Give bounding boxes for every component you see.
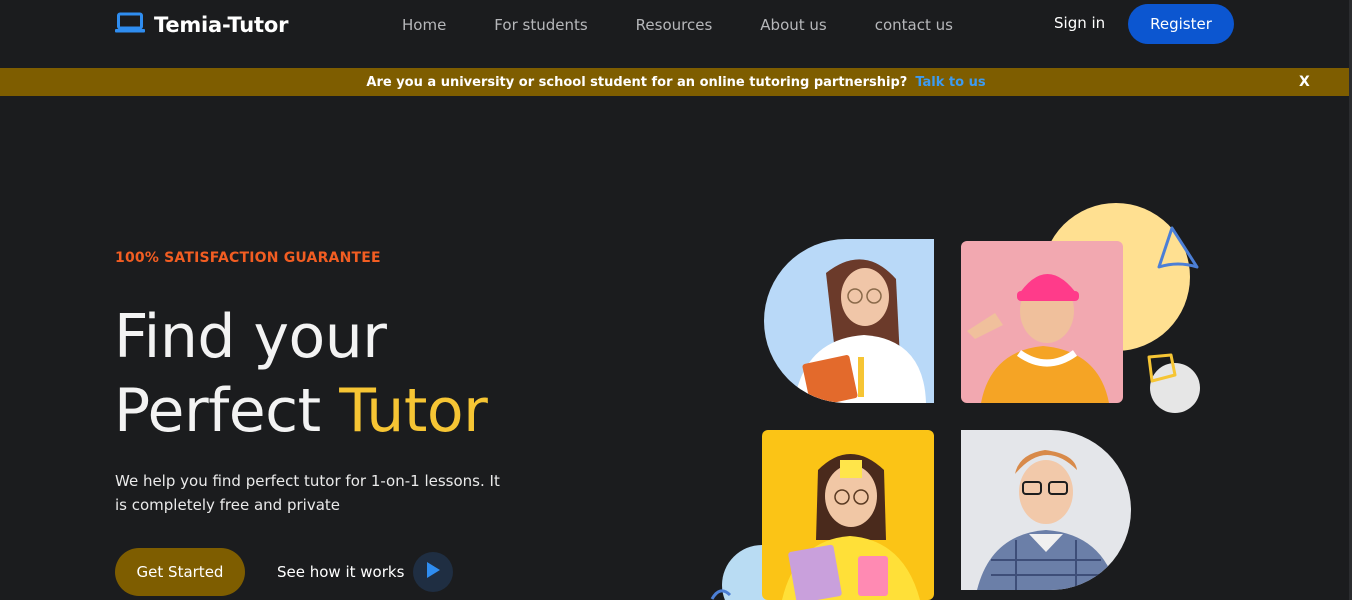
tutor-photo-3: [762, 430, 934, 600]
hero-title-accent: Tutor: [339, 376, 488, 446]
register-button[interactable]: Register: [1128, 4, 1234, 44]
banner-close-button[interactable]: X: [1299, 74, 1310, 90]
laptop-icon: [115, 12, 145, 38]
nav-link-for-students[interactable]: For students: [494, 16, 587, 34]
hero-title: Find your Perfect Tutor: [114, 300, 488, 448]
banner-text: Are you a university or school student f…: [366, 74, 908, 90]
hero-title-line1: Find your: [114, 302, 387, 372]
play-icon: [425, 561, 441, 583]
tutor-photo-1: [764, 239, 934, 403]
brand-logo-link[interactable]: Temia-Tutor: [115, 11, 288, 39]
hero-title-line2-plain: Perfect: [114, 376, 321, 446]
play-button[interactable]: [413, 552, 454, 592]
partnership-banner: Are you a university or school student f…: [0, 68, 1352, 96]
get-started-button[interactable]: Get Started: [115, 548, 245, 596]
tutor-photo-4: [961, 430, 1131, 590]
nav-link-contact-us[interactable]: contact us: [875, 16, 953, 34]
brand-name: Temia-Tutor: [154, 13, 289, 37]
top-navbar: Temia-Tutor Home For students Resources …: [0, 0, 1352, 68]
hero-description: We help you find perfect tutor for 1-on-…: [115, 472, 500, 514]
talk-to-us-link[interactable]: Talk to us: [915, 75, 985, 90]
see-how-it-works-label: See how it works: [277, 563, 405, 581]
nav-link-home[interactable]: Home: [402, 16, 446, 34]
tutor-photo-collage: [700, 195, 1220, 600]
main-nav: Home For students Resources About us con…: [402, 14, 1001, 36]
tutor-photo-2: [961, 241, 1123, 403]
sign-in-link[interactable]: Sign in: [1054, 14, 1105, 32]
see-how-it-works-link[interactable]: See how it works: [277, 552, 454, 592]
nav-link-about-us[interactable]: About us: [760, 16, 826, 34]
nav-link-resources[interactable]: Resources: [636, 16, 713, 34]
satisfaction-eyebrow: 100% SATISFACTION GUARANTEE: [115, 250, 381, 266]
